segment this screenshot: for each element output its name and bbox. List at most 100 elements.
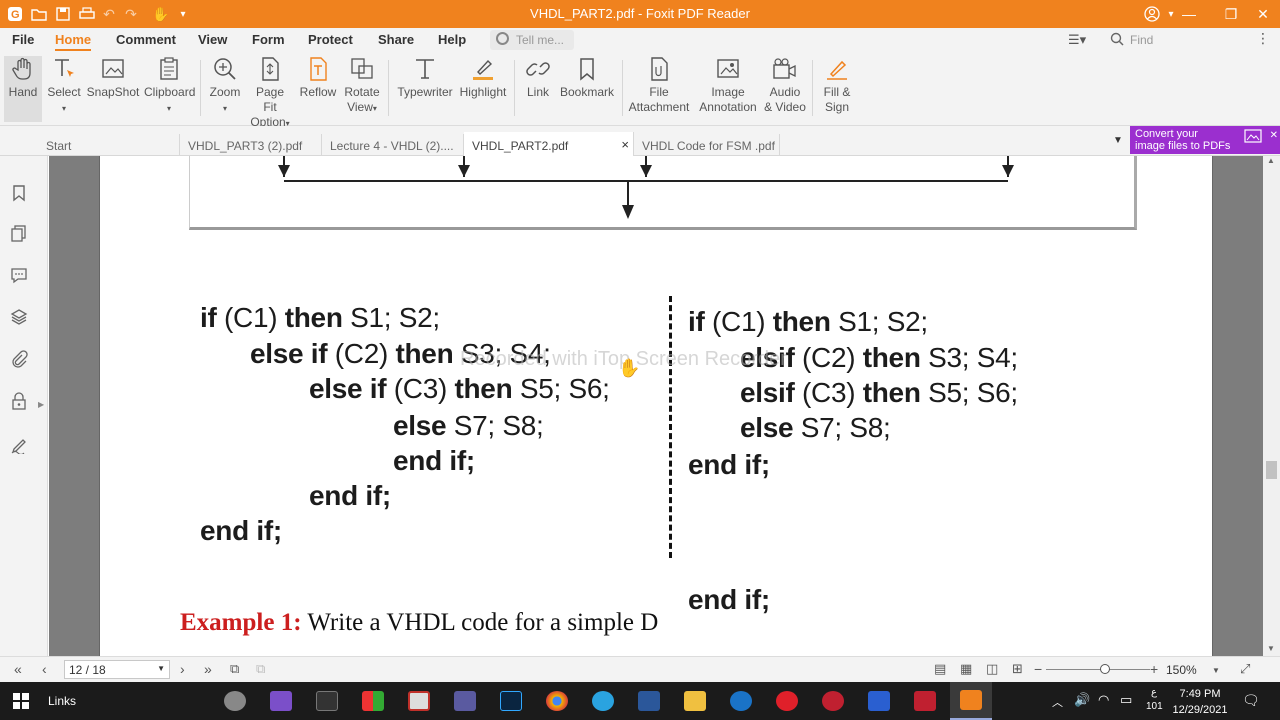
vertical-scrollbar[interactable]: ▲ ▼ [1263, 156, 1280, 656]
typewriter-button[interactable]: Typewriter [394, 56, 456, 122]
menu-home[interactable]: Home [55, 32, 92, 51]
menu-view[interactable]: View [198, 32, 227, 47]
snapshot-button[interactable]: SnapShot [86, 56, 140, 122]
zoom-slider[interactable] [1046, 664, 1150, 674]
file-attachment-button[interactable]: File Attachment [626, 56, 692, 122]
minimize-button[interactable]: — [1166, 0, 1212, 28]
link-button[interactable]: Link [520, 56, 556, 122]
document-viewport[interactable]: if (C1) then S1; S2; else if (C2) then S… [49, 156, 1263, 656]
visual-studio-icon[interactable] [270, 691, 292, 711]
code-keyword: elsif [740, 377, 795, 408]
zoom-in-icon[interactable]: + [1150, 661, 1158, 677]
page-number-input[interactable]: 12 / 18 ▼ [64, 660, 170, 679]
promo-close-icon[interactable]: ✕ [1270, 130, 1278, 142]
first-page-icon[interactable]: « [14, 661, 22, 677]
menu-help[interactable]: Help [438, 32, 466, 47]
next-page-icon[interactable]: › [180, 661, 185, 677]
tell-me-box[interactable]: Tell me... [490, 30, 574, 50]
audio-video-button[interactable]: Audio & Video [762, 56, 808, 122]
tab-start[interactable]: Start [38, 134, 180, 156]
code-text: ; [465, 445, 475, 476]
select-button[interactable]: Select ▾ [44, 56, 84, 122]
vpn-app-icon[interactable] [868, 691, 890, 711]
menu-comment[interactable]: Comment [116, 32, 176, 47]
fill-sign-label-2: Sign [824, 100, 850, 114]
signature-panel-icon[interactable] [10, 436, 30, 456]
chrome-icon[interactable] [546, 691, 568, 711]
continuous-view-icon[interactable]: ▦ [960, 661, 972, 677]
tab-vhdl-part2[interactable]: VHDL_PART2.pdf × [464, 132, 634, 156]
layers-panel-icon[interactable] [10, 308, 30, 328]
previous-page-icon[interactable]: ‹ [42, 661, 47, 677]
zoom-slider-knob[interactable] [1100, 664, 1110, 674]
attachments-panel-icon[interactable] [10, 350, 30, 370]
battery-icon[interactable]: ▭ [1120, 692, 1132, 708]
file-explorer-icon[interactable] [684, 691, 706, 711]
notification-center-icon[interactable]: 🗨 [1242, 692, 1260, 709]
bookmark-button[interactable]: Bookmark [558, 56, 616, 122]
tab-vhdl-part3[interactable]: VHDL_PART3 (2).pdf [180, 134, 322, 156]
photoshop-icon[interactable] [500, 691, 522, 711]
security-panel-icon[interactable] [10, 392, 30, 412]
account-icon[interactable] [1142, 4, 1162, 24]
single-page-view-icon[interactable]: ▤ [934, 661, 946, 677]
zoom-button[interactable]: Zoom ▾ [206, 56, 244, 122]
wifi-icon[interactable]: ◠ [1098, 692, 1109, 708]
zoom-dropdown-icon[interactable]: ▼ [1212, 666, 1220, 675]
word-icon[interactable] [638, 691, 660, 711]
menu-file[interactable]: File [12, 32, 34, 47]
convert-promo-banner[interactable]: Convert your image files to PDFs ✕ [1130, 126, 1280, 154]
windows-start-icon[interactable] [13, 693, 29, 712]
links-toolbar[interactable]: Links [48, 694, 76, 708]
hand-button[interactable]: Hand [4, 56, 42, 122]
find-input[interactable]: Find [1106, 30, 1266, 50]
rotate-view-button[interactable]: Rotate View▾ [340, 56, 384, 122]
intellij-icon[interactable] [408, 691, 430, 711]
scroll-down-icon[interactable]: ▼ [1267, 644, 1275, 653]
page-dropdown-icon[interactable]: ▼ [157, 664, 165, 673]
telegram-icon[interactable] [592, 691, 614, 711]
zoom-out-icon[interactable]: − [1034, 661, 1042, 677]
taskbar-clock[interactable]: 7:49 PM 12/29/2021 [1170, 686, 1230, 718]
continuous-facing-view-icon[interactable]: ⊞ [1012, 661, 1023, 677]
terminal-icon[interactable] [316, 691, 338, 711]
expand-panel-icon[interactable]: ▶ [38, 400, 44, 409]
scroll-up-icon[interactable]: ▲ [1267, 156, 1275, 165]
facing-view-icon[interactable]: ◫ [986, 661, 998, 677]
menu-protect[interactable]: Protect [308, 32, 353, 47]
close-tab-icon[interactable]: × [621, 137, 629, 152]
reflow-button[interactable]: Reflow [298, 56, 338, 122]
image-annotation-button[interactable]: Image Annotation [696, 56, 760, 122]
tab-vhdl-fsm[interactable]: VHDL Code for FSM .pdf [634, 134, 780, 156]
menu-share[interactable]: Share [378, 32, 414, 47]
tab-list-dropdown-icon[interactable]: ▼ [1113, 135, 1123, 146]
last-page-icon[interactable]: » [204, 661, 212, 677]
page-fit-option-button[interactable]: Page Fit Option▾ [248, 56, 292, 129]
fill-sign-button[interactable]: Fill & Sign [818, 56, 856, 122]
show-hidden-icons-icon[interactable]: ︿ [1052, 694, 1063, 710]
language-indicator[interactable]: ع 101 [1146, 686, 1163, 714]
zoom-level[interactable]: 150% [1166, 663, 1197, 677]
browser-c-icon[interactable] [730, 691, 752, 711]
ribbon-display-options-icon[interactable]: ☰▾ [1068, 32, 1086, 48]
highlight-button[interactable]: Highlight [458, 56, 508, 122]
scrollbar-thumb[interactable] [1266, 461, 1277, 479]
app-recorder-icon[interactable] [224, 691, 246, 711]
volume-icon[interactable]: 🔊 [1074, 692, 1090, 708]
opera-icon[interactable] [776, 691, 798, 711]
close-button[interactable]: ✕ [1246, 0, 1280, 28]
next-view-icon[interactable]: ⧉ [256, 661, 265, 677]
screen-recorder-icon[interactable] [914, 691, 936, 711]
calculator-icon[interactable] [454, 691, 476, 711]
tab-lecture-4[interactable]: Lecture 4 - VHDL (2).... [322, 134, 464, 156]
previous-view-icon[interactable]: ⧉ [230, 661, 239, 677]
gear-app-icon[interactable] [822, 691, 844, 711]
comments-panel-icon[interactable] [10, 266, 30, 286]
pages-panel-icon[interactable] [10, 224, 30, 244]
bookmark-panel-icon[interactable] [10, 184, 30, 204]
foxit-taskbar-button[interactable] [950, 682, 992, 720]
clipboard-button[interactable]: Clipboard ▾ [144, 56, 195, 122]
office-app-icon[interactable] [362, 691, 384, 711]
menu-form[interactable]: Form [252, 32, 285, 47]
full-screen-icon[interactable]: ⤢ [1240, 661, 1250, 677]
